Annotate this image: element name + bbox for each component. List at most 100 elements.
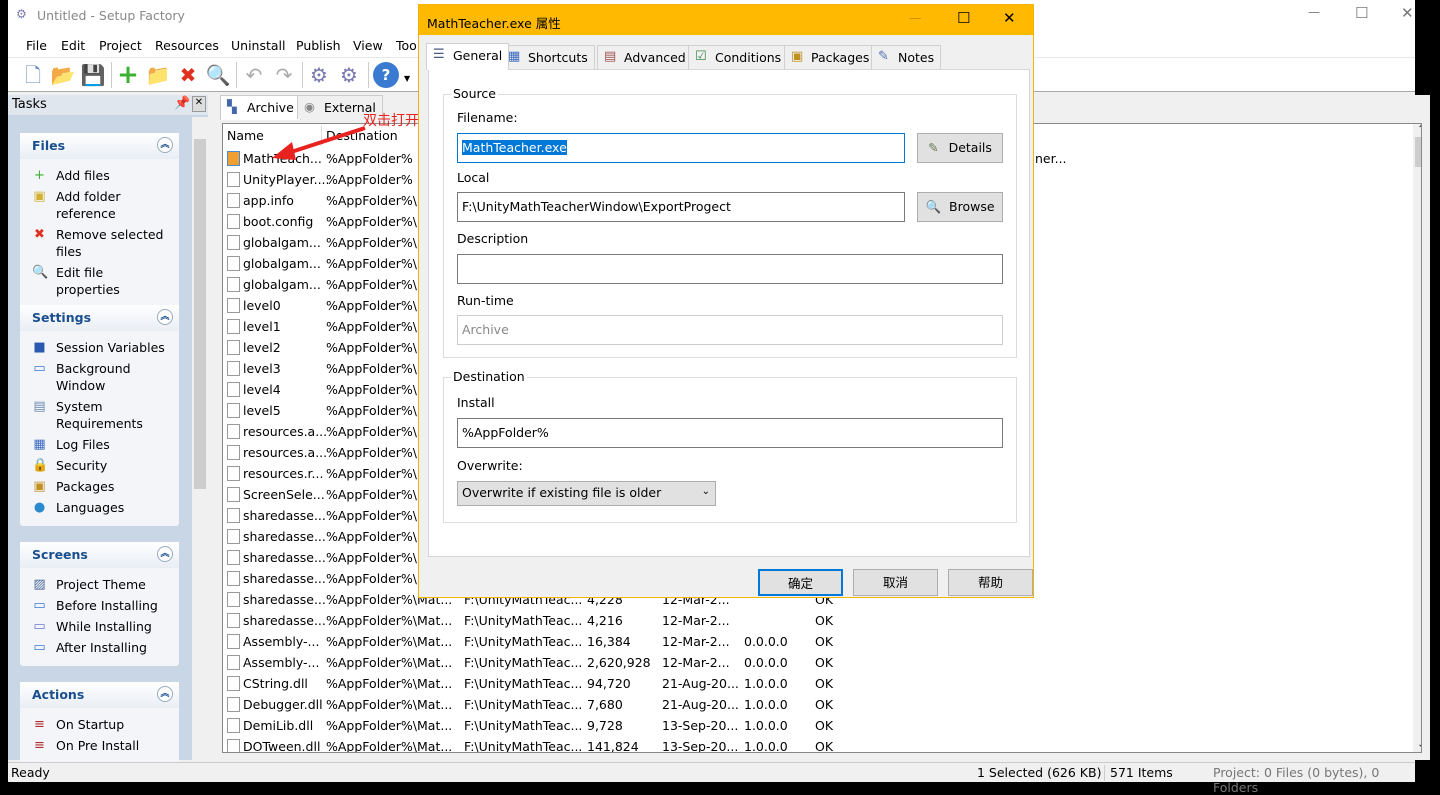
add-folder-icon[interactable]: 📁 xyxy=(145,62,171,88)
task-item[interactable]: ✖ Remove selected files xyxy=(20,226,179,260)
table-row[interactable]: DOTween.dll %AppFolder%\Mat... F:\UnityMat… xyxy=(223,736,1413,753)
status-items: 571 Items xyxy=(1110,765,1173,780)
task-group-header[interactable]: Settings ︽ xyxy=(20,305,179,331)
remove-icon[interactable]: ✖ xyxy=(175,62,201,88)
cell-size: 16,384 xyxy=(587,634,631,649)
advanced-icon: ▤ xyxy=(604,49,617,64)
cell-status: OK xyxy=(815,613,834,628)
task-group-header[interactable]: Screens ︽ xyxy=(20,542,179,568)
build-settings-icon[interactable]: ⚙ xyxy=(306,62,332,88)
browse-button[interactable]: 🔍 Browse xyxy=(917,192,1003,222)
file-icon xyxy=(227,655,240,670)
save-icon[interactable]: 💾 xyxy=(80,62,106,88)
tab-notes[interactable]: ✎ Notes xyxy=(871,45,942,69)
menu-file[interactable]: File xyxy=(26,38,47,53)
undo-icon[interactable]: ↶ xyxy=(241,62,267,88)
ok-button[interactable]: 确定 xyxy=(758,569,843,596)
redo-icon[interactable]: ↷ xyxy=(271,62,297,88)
dialog-close-button[interactable]: ✕ xyxy=(1003,9,1016,27)
cell-name: DOTween.dll xyxy=(243,739,321,753)
cell-status: OK xyxy=(815,655,834,670)
collapse-icon[interactable]: ︽ xyxy=(157,309,173,325)
pin-icon[interactable]: 📌 xyxy=(174,96,190,111)
close-button[interactable]: ✕ xyxy=(1401,4,1414,22)
collapse-icon[interactable]: ︽ xyxy=(157,686,173,702)
menu-resources[interactable]: Resources xyxy=(155,38,219,53)
cancel-button[interactable]: 取消 xyxy=(853,569,938,596)
add-files-icon[interactable]: + xyxy=(115,62,141,88)
table-row[interactable]: Debugger.dll %AppFolder%\Mat... F:\UnityMa… xyxy=(223,694,1413,715)
task-group-header[interactable]: Files ︽ xyxy=(20,133,179,159)
tasks-scrollbar[interactable] xyxy=(192,117,208,760)
tab-general[interactable]: ☰ General xyxy=(426,43,510,70)
cell-local: F:\UnityMathTeac... xyxy=(464,634,583,649)
task-item-icon: ▣ xyxy=(33,479,46,494)
task-item[interactable]: ▭ While Installing xyxy=(20,618,179,635)
task-item[interactable]: ▭ Before Installing xyxy=(20,597,179,614)
menu-edit[interactable]: Edit xyxy=(61,38,85,53)
collapse-icon[interactable]: ︽ xyxy=(157,546,173,562)
task-item[interactable]: ▣ Add folder reference xyxy=(20,188,179,222)
task-item[interactable]: ▭ Background Window xyxy=(20,360,179,394)
properties-icon[interactable]: 🔍 xyxy=(205,62,231,88)
window-title: Untitled - Setup Factory xyxy=(37,8,185,23)
table-row[interactable]: DemiLib.dll %AppFolder%\Mat... F:\UnityMat… xyxy=(223,715,1413,736)
close-pane-button[interactable]: ✕ xyxy=(192,96,206,112)
menu-publish[interactable]: Publish xyxy=(296,38,341,53)
cell-date: 12-Mar-2... xyxy=(662,634,730,649)
local-input[interactable]: F:\UnityMathTeacherWindow\ExportProgect xyxy=(457,192,905,222)
task-item[interactable]: ▦ Log Files xyxy=(20,436,179,453)
dropdown-arrow-icon[interactable]: ▼ xyxy=(404,74,410,83)
task-item[interactable]: ≡ On Pre Install xyxy=(20,737,179,754)
menu-tools[interactable]: Too xyxy=(396,38,417,53)
help-icon[interactable]: ? xyxy=(373,62,399,88)
help-button[interactable]: 帮助 xyxy=(948,569,1033,596)
cell-status: OK xyxy=(815,739,834,753)
collapse-icon[interactable]: ︽ xyxy=(157,137,173,153)
list-scrollbar[interactable]: ⌃ ⌄ xyxy=(1413,124,1421,752)
task-group-header[interactable]: Actions ︽ xyxy=(20,682,179,708)
tab-packages[interactable]: ▣ Packages xyxy=(784,45,877,69)
task-item[interactable]: ▨ Project Theme xyxy=(20,576,179,593)
task-item[interactable]: ≡ On Startup xyxy=(20,716,179,733)
table-row[interactable]: Assembly-... %AppFolder%\Mat... F:\UnityMa… xyxy=(223,652,1413,673)
tab-advanced[interactable]: ▤ Advanced xyxy=(597,45,693,69)
cell-name: globalgam... xyxy=(243,277,321,292)
details-button[interactable]: ✎ Details xyxy=(917,133,1003,163)
overwrite-select[interactable]: Overwrite if existing file is older ⌄ xyxy=(457,481,716,506)
build-icon[interactable]: ⚙ xyxy=(336,62,362,88)
open-icon[interactable]: 📂 xyxy=(50,62,76,88)
new-project-icon[interactable]: 🗋 xyxy=(20,62,46,88)
task-item[interactable]: ▭ After Installing xyxy=(20,639,179,656)
task-item[interactable]: ▣ Packages xyxy=(20,478,179,495)
description-input[interactable] xyxy=(457,254,1003,284)
minimize-button[interactable]: — xyxy=(1308,5,1320,19)
install-input[interactable]: %AppFolder% xyxy=(457,418,1003,448)
cell-date: 13-Sep-20... xyxy=(662,718,739,733)
menu-uninstall[interactable]: Uninstall xyxy=(231,38,286,53)
tab-conditions[interactable]: ☑ Conditions xyxy=(688,45,789,69)
tab-archive[interactable]: ▚ Archive xyxy=(220,95,301,120)
task-item[interactable]: 🔍 Edit file properties xyxy=(20,264,179,298)
menu-view[interactable]: View xyxy=(353,38,383,53)
task-item[interactable]: ▤ System Requirements xyxy=(20,398,179,432)
table-row[interactable]: sharedasse... %AppFolder%\Mat... F:\UnityM… xyxy=(223,610,1413,631)
task-item[interactable]: + Add files xyxy=(20,167,179,184)
dialog-maximize-button[interactable]: ☐ xyxy=(957,9,970,27)
tab-shortcuts[interactable]: ▦ Shortcuts xyxy=(501,45,595,69)
cell-description: ner... xyxy=(1035,151,1067,166)
packages-icon: ▣ xyxy=(791,49,804,64)
dialog-minimize-button[interactable]: — xyxy=(909,10,922,25)
table-row[interactable]: CString.dll %AppFolder%\Mat... F:\UnityMat… xyxy=(223,673,1413,694)
task-item[interactable]: ● Languages xyxy=(20,499,179,516)
table-row[interactable]: Assembly-... %AppFolder%\Mat... F:\UnityMa… xyxy=(223,631,1413,652)
task-item[interactable]: 🔒 Security xyxy=(20,457,179,474)
file-icon xyxy=(227,235,240,250)
column-name[interactable]: Name xyxy=(227,128,264,143)
maximize-button[interactable]: ☐ xyxy=(1355,4,1368,22)
filename-input[interactable]: MathTeacher.exe xyxy=(457,133,905,163)
cell-destination: %AppFolder%\M xyxy=(326,298,428,313)
cell-local: F:\UnityMathTeac... xyxy=(464,613,583,628)
menu-project[interactable]: Project xyxy=(99,38,142,53)
task-item[interactable]: ■ Session Variables xyxy=(20,339,179,356)
